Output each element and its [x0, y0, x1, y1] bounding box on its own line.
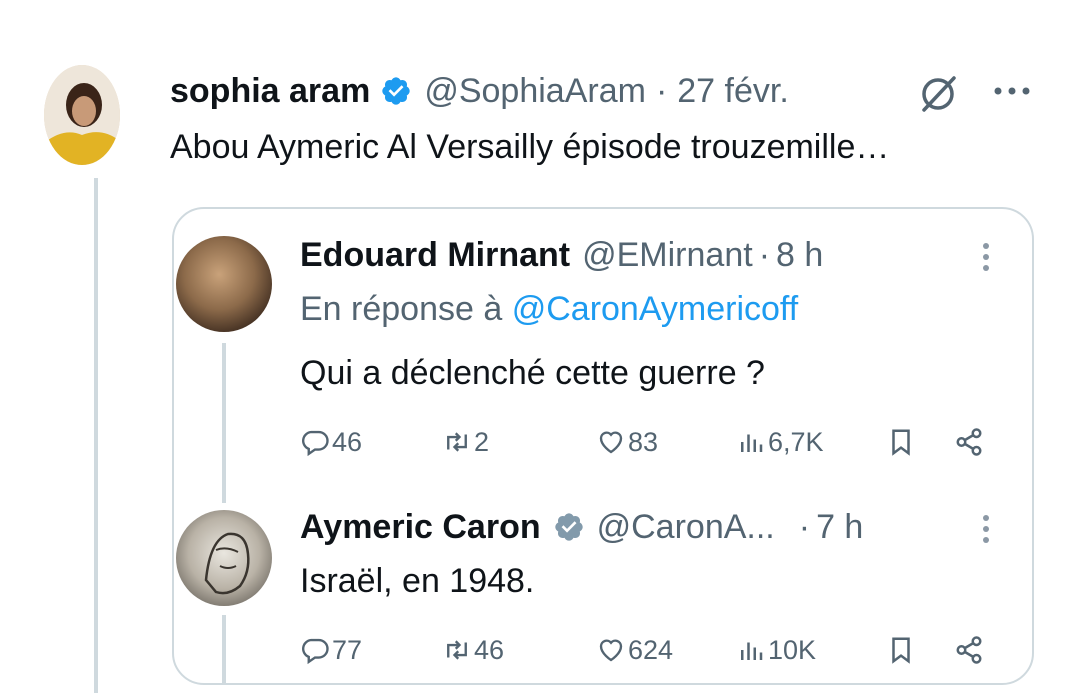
quoted-author-name-2[interactable]: Aymeric Caron [300, 508, 541, 547]
bookmark-icon[interactable] [886, 630, 918, 670]
views-icon [741, 642, 763, 660]
more-icon[interactable] [980, 512, 992, 546]
quoted-author-name-1[interactable]: Edouard Mirnant [300, 236, 570, 275]
reply-prefix: En réponse à [300, 290, 503, 328]
repost-count: 2 [474, 426, 490, 457]
separator: · [655, 71, 668, 110]
reply-icon [302, 638, 329, 665]
reply-button[interactable]: 77 [300, 630, 362, 670]
quoted-header-2: Aymeric Caron @CaronA... · 7 h [300, 504, 863, 550]
bookmark-icon[interactable] [886, 422, 918, 462]
like-count: 624 [628, 634, 674, 665]
author-avatar[interactable] [44, 65, 120, 165]
quoted-time-1[interactable]: 8 h [776, 236, 823, 275]
repost-icon [447, 640, 467, 660]
verified-badge-icon [553, 511, 585, 543]
quoted-thread-line [222, 343, 226, 503]
reply-to-link[interactable]: @CaronAymericoff [512, 290, 798, 328]
separator: · [798, 507, 811, 546]
views-count: 6,7K [768, 426, 824, 457]
repost-count: 46 [474, 634, 505, 665]
views-icon [741, 434, 763, 452]
quoted-header-1: Edouard Mirnant @EMirnant · 8 h [300, 232, 823, 278]
repost-button[interactable]: 46 [442, 630, 504, 670]
quoted-handle-1[interactable]: @EMirnant [582, 236, 753, 275]
like-button[interactable]: 83 [596, 422, 658, 462]
reply-context: En réponse à @CaronAymericoff [300, 290, 798, 329]
like-icon [599, 639, 623, 662]
share-icon[interactable] [954, 630, 986, 670]
reply-count: 46 [332, 426, 363, 457]
thread-line [94, 178, 98, 693]
quoted-avatar-2[interactable] [176, 510, 272, 606]
like-count: 83 [628, 426, 659, 457]
grok-icon[interactable] [916, 72, 960, 116]
quoted-handle-2[interactable]: @CaronA... [597, 508, 775, 547]
views-button[interactable]: 6,7K [736, 422, 824, 462]
views-button[interactable]: 10K [736, 630, 816, 670]
reply-count: 77 [332, 634, 363, 665]
repost-button[interactable]: 2 [442, 422, 489, 462]
reply-icon [302, 430, 329, 457]
verified-badge-icon [380, 75, 412, 107]
author-name[interactable]: sophia aram [170, 72, 370, 111]
more-icon[interactable] [990, 76, 1034, 106]
more-icon[interactable] [980, 240, 992, 274]
like-button[interactable]: 624 [596, 630, 673, 670]
tweet-header: sophia aram @SophiaAram · 27 févr. [170, 68, 789, 114]
author-handle[interactable]: @SophiaAram [424, 72, 646, 111]
views-count: 10K [768, 634, 817, 665]
repost-icon [447, 432, 467, 452]
tweet-text: Abou Aymeric Al Versailly épisode trouze… [170, 128, 890, 166]
separator: · [758, 235, 771, 274]
quoted-text-2: Israël, en 1948. [300, 562, 535, 600]
quoted-text-1: Qui a déclenché cette guerre ? [300, 354, 765, 392]
tweet-date[interactable]: 27 févr. [677, 72, 789, 111]
quoted-thread-line [222, 615, 226, 685]
like-icon [599, 431, 623, 454]
quoted-time-2[interactable]: 7 h [816, 508, 863, 547]
reply-button[interactable]: 46 [300, 422, 362, 462]
quoted-avatar-1[interactable] [176, 236, 272, 332]
share-icon[interactable] [954, 422, 986, 462]
